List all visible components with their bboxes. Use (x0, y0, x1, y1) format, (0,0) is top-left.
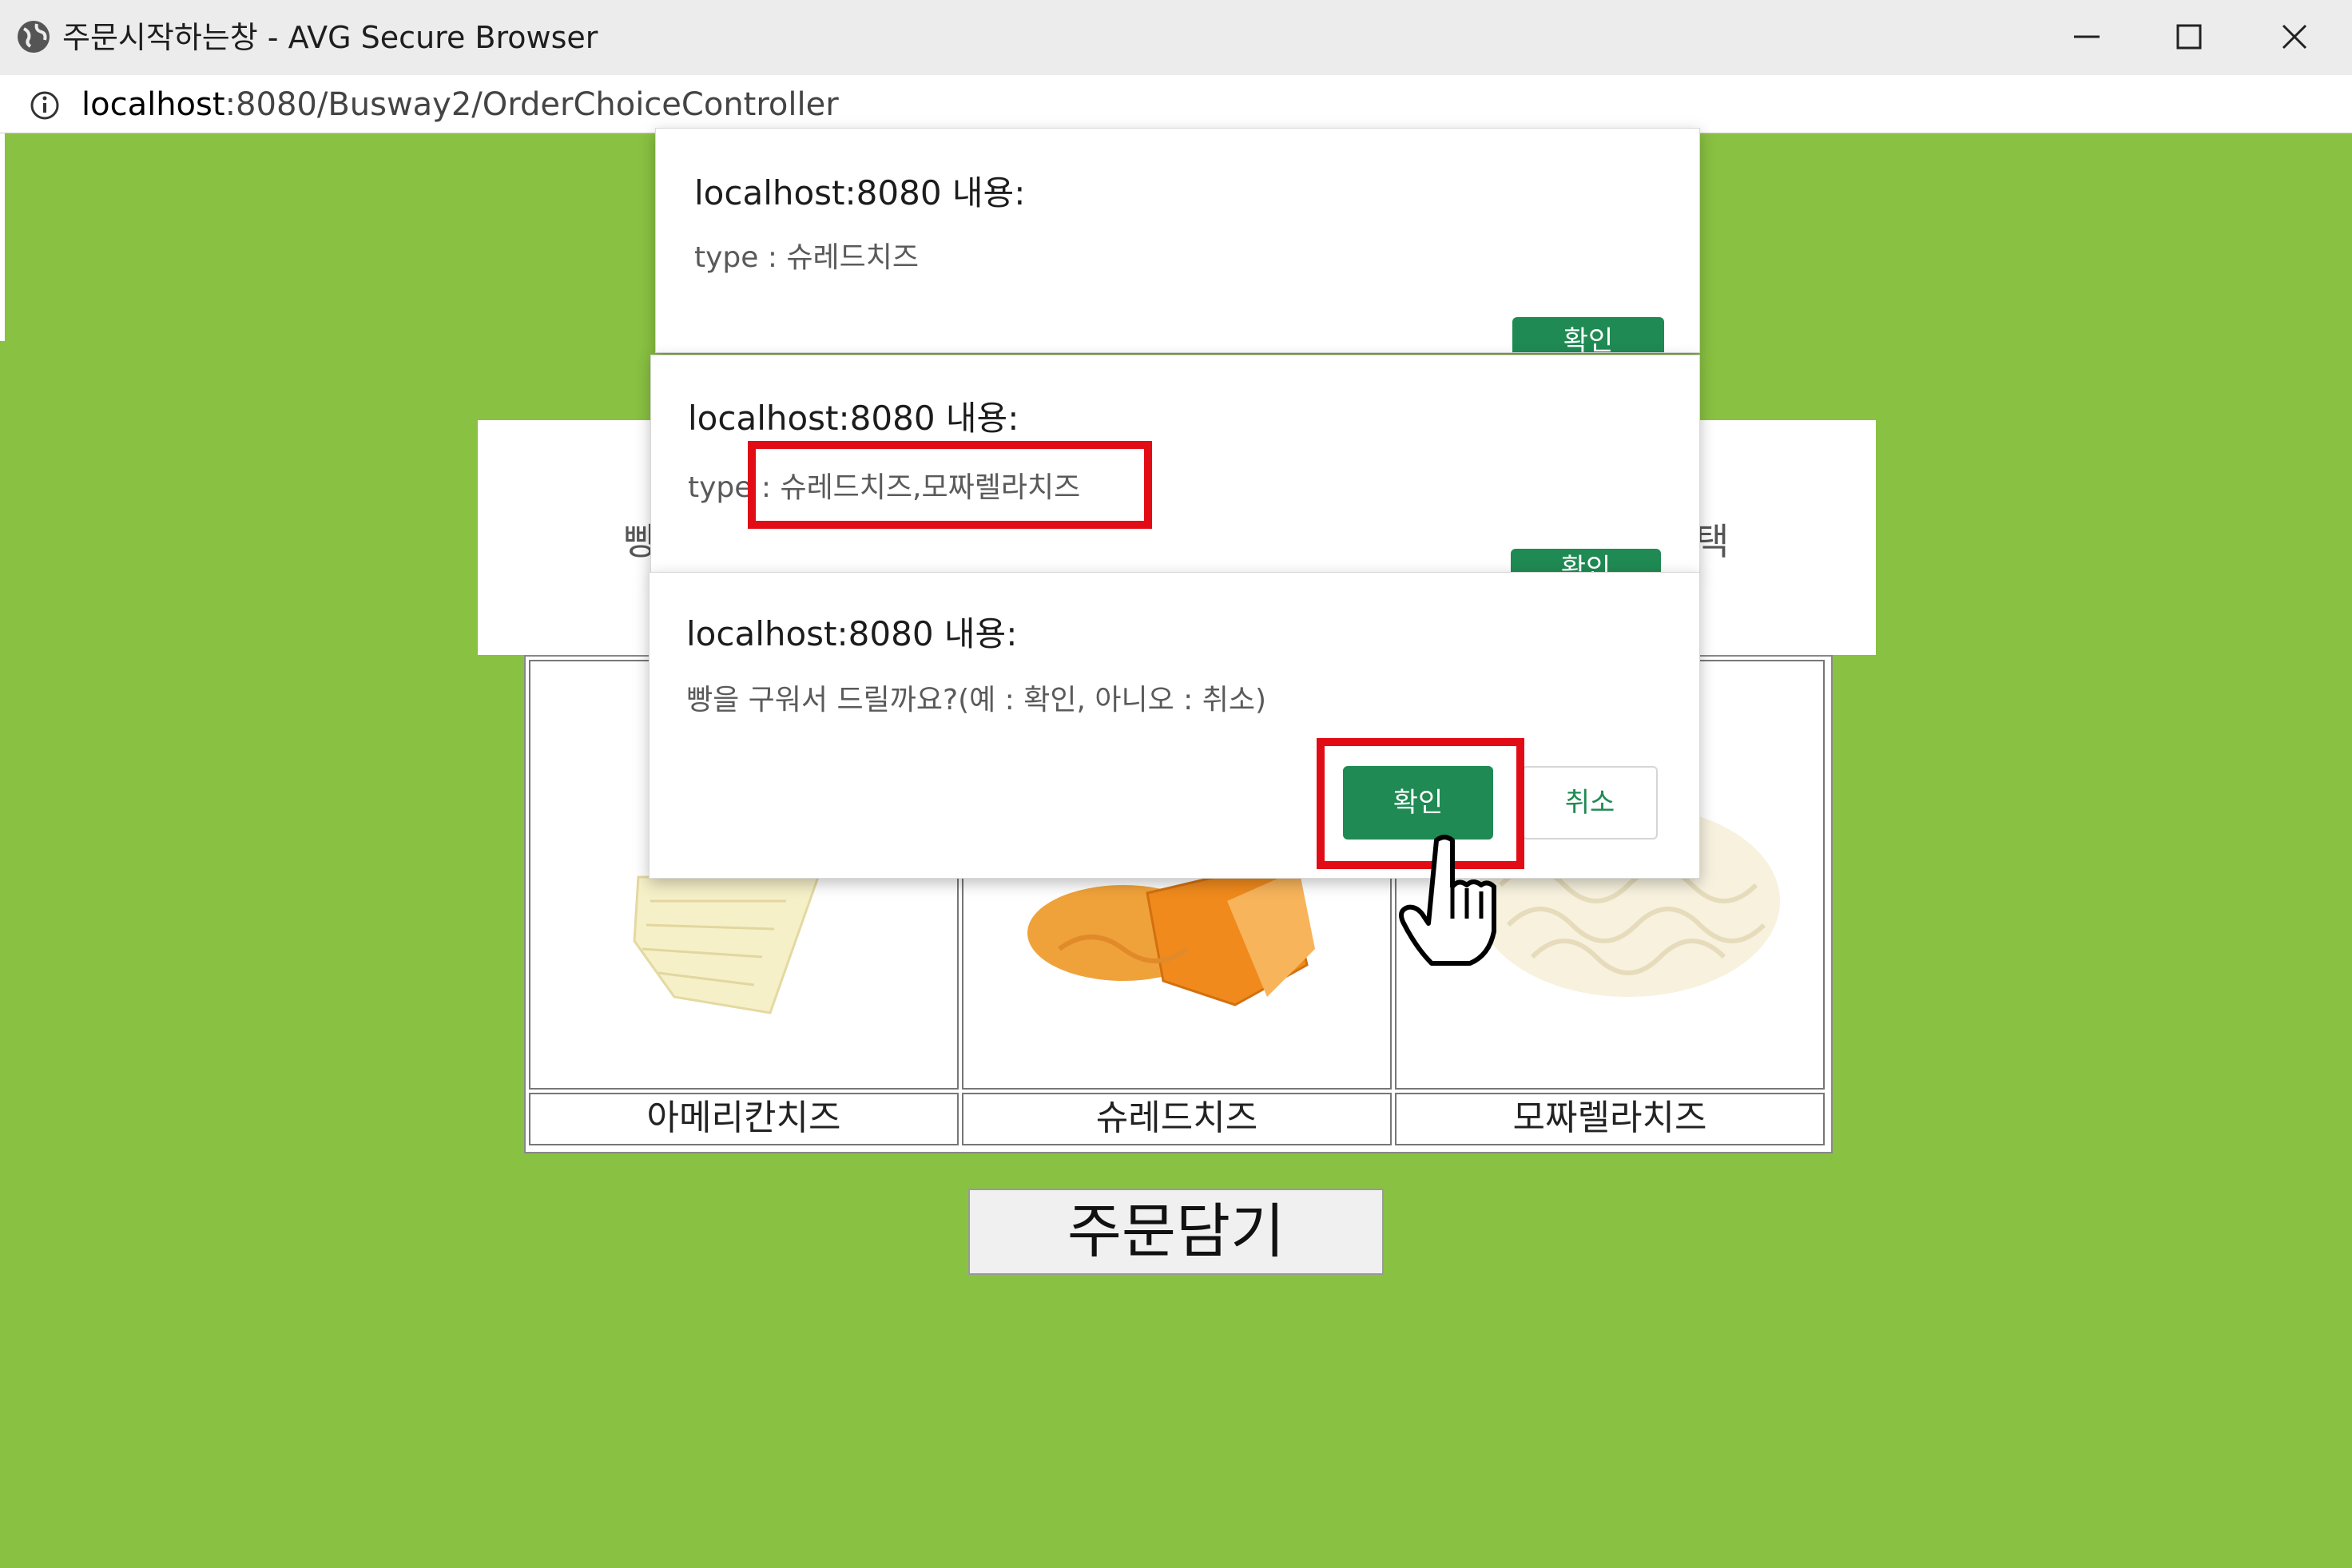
minimize-icon (2074, 35, 2100, 38)
url-host: localhost (81, 86, 225, 123)
url-text[interactable]: localhost:8080/Busway2/OrderChoiceContro… (81, 85, 839, 125)
highlight-box-type-value (748, 441, 1152, 529)
cheese-label-american: 아메리칸치즈 (529, 1093, 959, 1145)
confirm-dialog: localhost:8080 내용: 빵을 구워서 드릴까요?(예 : 확인, … (649, 572, 1700, 879)
dialog-3-message: 빵을 구워서 드릴까요?(예 : 확인, 아니오 : 취소) (686, 684, 1267, 717)
dialog-2-ok-button[interactable]: 확인 (1511, 549, 1661, 573)
dialog-1-message: type : 슈레드치즈 (694, 241, 920, 274)
left-edge (0, 133, 5, 341)
cheese-label-mozzarella: 모짜렐라치즈 (1395, 1093, 1825, 1145)
minimize-button[interactable] (2036, 14, 2132, 59)
window-title: 주문시작하는창 - AVG Secure Browser (62, 20, 598, 55)
confirm-cancel-button[interactable]: 취소 (1522, 766, 1658, 840)
close-button[interactable] (2247, 14, 2342, 59)
dialog-3-title: localhost:8080 내용: (686, 614, 1018, 653)
alert-dialog-1: localhost:8080 내용: type : 슈레드치즈 확인 (655, 128, 1700, 353)
info-icon[interactable] (29, 89, 61, 121)
maximize-button[interactable] (2141, 14, 2237, 59)
header-right-fragment: 택 (1695, 520, 1730, 563)
dialog-1-title: localhost:8080 내용: (694, 173, 1026, 212)
add-to-order-button[interactable]: 주문담기 (968, 1189, 1384, 1275)
cheese-label-shredded: 슈레드치즈 (962, 1093, 1392, 1145)
dialog-2-message-prefix: type (688, 471, 753, 504)
close-icon (2282, 24, 2307, 50)
hand-pointer-icon (1399, 835, 1496, 966)
browser-title-bar: 주문시작하는창 - AVG Secure Browser (0, 0, 2352, 76)
globe-icon (18, 21, 50, 53)
url-path: :8080/Busway2/OrderChoiceController (224, 86, 839, 123)
maximize-icon (2176, 24, 2202, 50)
dialog-2-title: localhost:8080 내용: (688, 399, 1019, 438)
dialog-1-ok-button[interactable]: 확인 (1512, 317, 1664, 352)
